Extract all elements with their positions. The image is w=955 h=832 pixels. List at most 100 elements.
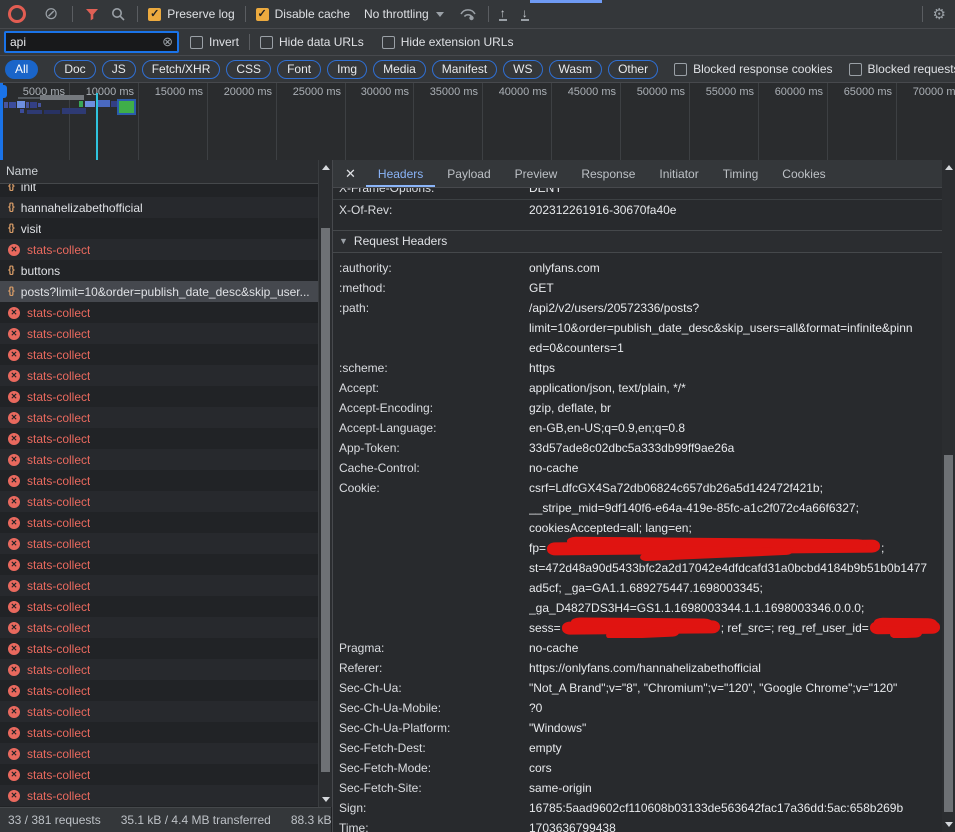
scrollbar-thumb[interactable]: [944, 455, 953, 812]
option-checkbox-blocked-requests[interactable]: Blocked requests: [849, 62, 955, 76]
scroll-down-icon[interactable]: [945, 822, 953, 827]
type-filter-pill-fetch-xhr[interactable]: Fetch/XHR: [142, 60, 221, 79]
request-row[interactable]: ✕stats-collect: [0, 470, 318, 491]
header-row: :scheme:https: [333, 358, 942, 378]
request-row[interactable]: ✕stats-collect: [0, 491, 318, 512]
type-filter-pill-img[interactable]: Img: [327, 60, 367, 79]
disable-cache-checkbox[interactable]: ✓ Disable cache: [256, 7, 350, 21]
tab-headers[interactable]: Headers: [366, 161, 435, 187]
filter-input[interactable]: api ⊗: [5, 32, 178, 52]
hide-extension-urls-checkbox[interactable]: Hide extension URLs: [382, 35, 514, 49]
search-icon[interactable]: [111, 7, 125, 21]
request-list-scrollbar[interactable]: [318, 160, 332, 807]
request-row[interactable]: {}visit: [0, 218, 318, 239]
request-row[interactable]: ✕stats-collect: [0, 428, 318, 449]
request-row[interactable]: {}posts?limit=10&order=publish_date_desc…: [0, 281, 318, 302]
request-row[interactable]: ✕stats-collect: [0, 722, 318, 743]
header-value-line: fp=;: [529, 538, 942, 558]
tab-initiator[interactable]: Initiator: [647, 161, 710, 187]
request-row[interactable]: ✕stats-collect: [0, 386, 318, 407]
request-row[interactable]: ✕stats-collect: [0, 533, 318, 554]
throttling-dropdown[interactable]: No throttling: [364, 7, 444, 21]
request-row[interactable]: {}init: [0, 184, 318, 197]
header-row: Referer:https://onlyfans.com/hannaheliza…: [333, 658, 942, 678]
header-value-line: en-GB,en-US;q=0.9,en;q=0.8: [529, 418, 942, 438]
type-filter-pill-media[interactable]: Media: [373, 60, 426, 79]
request-row[interactable]: ✕stats-collect: [0, 638, 318, 659]
header-value-text: cors: [529, 761, 552, 775]
scroll-down-icon[interactable]: [322, 797, 330, 802]
tab-response[interactable]: Response: [569, 161, 647, 187]
error-icon: ✕: [8, 244, 20, 256]
header-value-text: st=472d48a90d5433bfc2a2d17042e4dfdcafd31…: [529, 561, 927, 575]
filter-icon[interactable]: [85, 8, 99, 21]
type-filter-pill-doc[interactable]: Doc: [54, 60, 95, 79]
request-name: stats-collect: [27, 579, 90, 593]
request-row[interactable]: ✕stats-collect: [0, 344, 318, 365]
tab-payload[interactable]: Payload: [435, 161, 502, 187]
scrollbar-thumb[interactable]: [321, 228, 330, 772]
request-row[interactable]: ✕stats-collect: [0, 659, 318, 680]
type-filter-pill-js[interactable]: JS: [102, 60, 136, 79]
export-har-icon[interactable]: ↓: [521, 8, 529, 21]
tab-preview[interactable]: Preview: [503, 161, 570, 187]
request-row[interactable]: ✕stats-collect: [0, 701, 318, 722]
request-row[interactable]: ✕stats-collect: [0, 764, 318, 785]
settings-gear-icon[interactable]: ⚙: [933, 5, 946, 23]
tab-cookies[interactable]: Cookies: [770, 161, 837, 187]
type-filter-pill-manifest[interactable]: Manifest: [432, 60, 497, 79]
clear-filter-icon[interactable]: ⊗: [162, 34, 173, 50]
request-headers-section[interactable]: ▼ Request Headers: [333, 230, 942, 253]
scroll-up-icon[interactable]: [945, 165, 953, 170]
record-icon[interactable]: [8, 5, 26, 23]
request-row[interactable]: ✕stats-collect: [0, 743, 318, 764]
timeline-cursor: [96, 93, 98, 160]
invert-checkbox[interactable]: Invert: [190, 35, 239, 49]
type-filter-pill-ws[interactable]: WS: [503, 60, 542, 79]
request-row[interactable]: ✕stats-collect: [0, 617, 318, 638]
request-row[interactable]: ✕stats-collect: [0, 239, 318, 260]
request-row[interactable]: ✕stats-collect: [0, 554, 318, 575]
request-row[interactable]: ✕stats-collect: [0, 449, 318, 470]
timeline-overview[interactable]: 5000 ms10000 ms15000 ms20000 ms25000 ms3…: [0, 83, 955, 161]
option-checkbox-blocked-response-cookies[interactable]: Blocked response cookies: [674, 62, 832, 76]
header-row: :path:/api2/v2/users/20572336/posts?limi…: [333, 298, 942, 358]
details-scrollbar[interactable]: [942, 160, 955, 832]
type-filter-pill-other[interactable]: Other: [608, 60, 658, 79]
preserve-log-checkbox[interactable]: ✓ Preserve log: [148, 7, 234, 21]
name-column-header[interactable]: Name: [0, 160, 318, 184]
request-row[interactable]: ✕stats-collect: [0, 512, 318, 533]
request-row[interactable]: {}hannahelizabethofficial: [0, 197, 318, 218]
network-conditions-icon[interactable]: [458, 7, 478, 21]
request-row[interactable]: {}buttons: [0, 260, 318, 281]
request-row[interactable]: ✕stats-collect: [0, 785, 318, 806]
clear-icon[interactable]: ⊘: [44, 7, 58, 21]
timeline-left-handle-grip[interactable]: [0, 85, 7, 98]
type-filter-pill-all[interactable]: All: [5, 60, 38, 79]
request-row[interactable]: ✕stats-collect: [0, 407, 318, 428]
header-value-text: ; ref_src=; reg_ref_user_id=: [721, 621, 869, 635]
type-filter-pill-font[interactable]: Font: [277, 60, 321, 79]
type-filter-pill-wasm[interactable]: Wasm: [549, 60, 603, 79]
request-name: stats-collect: [27, 600, 90, 614]
error-icon: ✕: [8, 706, 20, 718]
header-row: :authority:onlyfans.com: [333, 258, 942, 278]
scroll-up-icon[interactable]: [322, 165, 330, 170]
request-row[interactable]: ✕stats-collect: [0, 596, 318, 617]
request-row[interactable]: ✕stats-collect: [0, 680, 318, 701]
request-row[interactable]: ✕stats-collect: [0, 575, 318, 596]
type-filter-pill-css[interactable]: CSS: [226, 60, 271, 79]
header-value-line: ed=0&counters=1: [529, 338, 942, 358]
waterfall-bar: [79, 101, 83, 107]
import-har-icon[interactable]: ↑: [499, 8, 507, 21]
request-row[interactable]: ✕stats-collect: [0, 323, 318, 344]
hide-data-urls-checkbox[interactable]: Hide data URLs: [260, 35, 364, 49]
close-icon[interactable]: ✕: [333, 166, 366, 182]
tab-timing[interactable]: Timing: [711, 161, 771, 187]
error-icon: ✕: [8, 412, 20, 424]
request-row[interactable]: ✕stats-collect: [0, 302, 318, 323]
header-value-line: https: [529, 358, 942, 378]
filter-bar: api ⊗ Invert Hide data URLs Hide extensi…: [0, 29, 955, 56]
request-row[interactable]: ✕stats-collect: [0, 365, 318, 386]
header-value-line: __stripe_mid=9df140f6-e64a-419e-85fc-a1c…: [529, 498, 942, 518]
